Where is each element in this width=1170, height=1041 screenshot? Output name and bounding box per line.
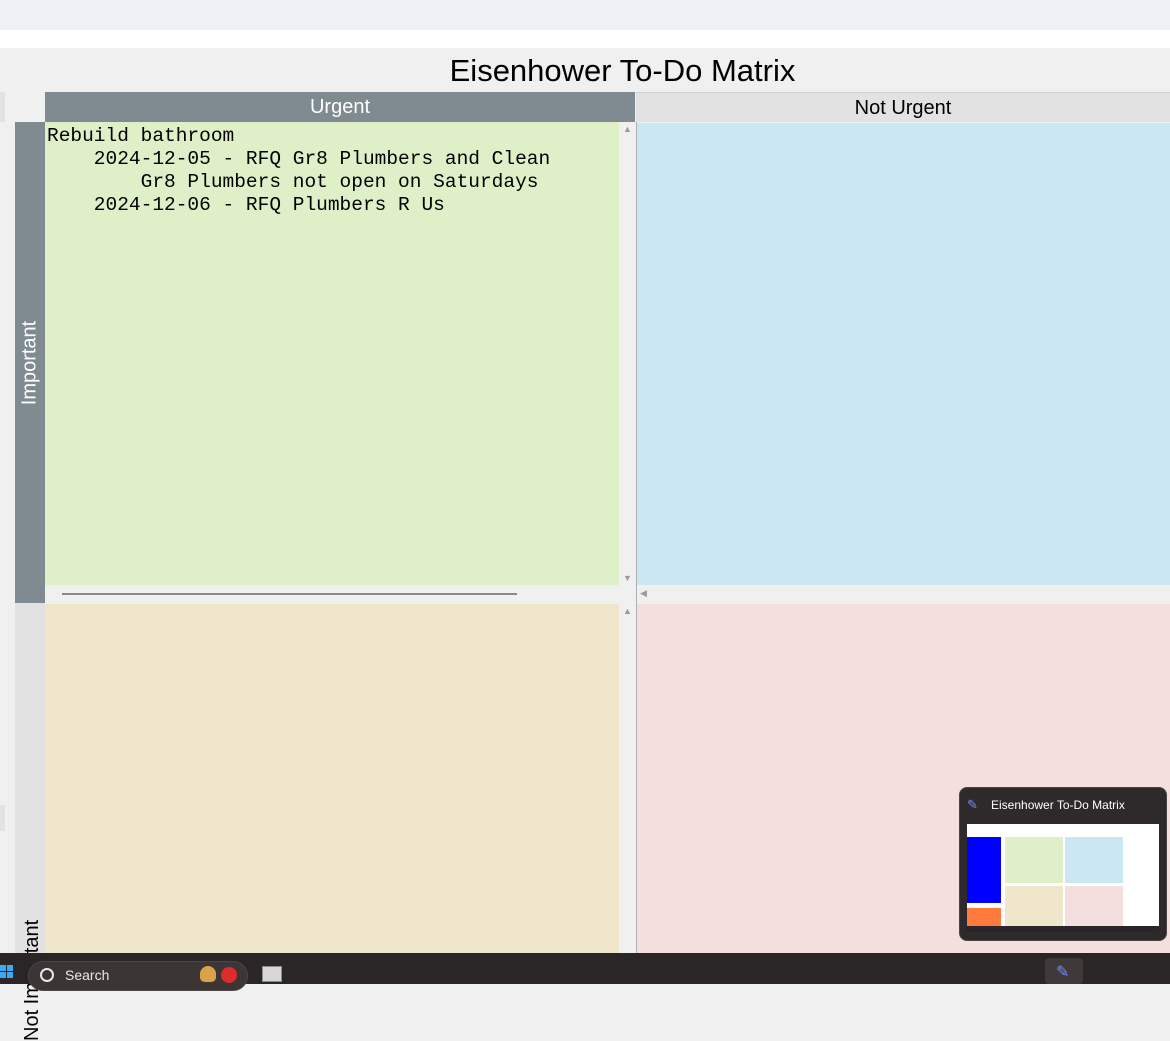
feather-icon: ✎ (1056, 964, 1070, 981)
quadrant-urgent-important[interactable]: Rebuild bathroom 2024-12-05 - RFQ Gr8 Pl… (45, 122, 619, 585)
scroll-down-icon[interactable]: ▼ (623, 573, 632, 583)
scrollbar-thumb[interactable] (62, 593, 517, 595)
preview-title: Eisenhower To-Do Matrix (991, 798, 1125, 812)
column-header-not-urgent[interactable]: Not Urgent (636, 92, 1170, 122)
row-label-important: Important (18, 320, 41, 405)
window-title-area (0, 30, 1170, 48)
quadrant-urgent-not-important[interactable] (45, 604, 619, 953)
vertical-scrollbar-top[interactable]: ▲ ▼ (619, 122, 636, 585)
row-header-important[interactable]: Important (15, 122, 45, 603)
gingerbread-icon (200, 966, 216, 982)
horizontal-scrollbar-right[interactable]: ◀ (636, 585, 1170, 603)
scroll-left-icon[interactable]: ◀ (640, 588, 647, 599)
quadrant-urgent-important-text[interactable]: Rebuild bathroom 2024-12-05 - RFQ Gr8 Pl… (45, 122, 619, 217)
preview-thumbnail[interactable] (967, 824, 1159, 932)
record-icon (221, 967, 237, 983)
vertical-scrollbar-bottom[interactable]: ▲ (619, 604, 636, 953)
column-divider (636, 122, 637, 953)
taskbar-search-placeholder: Search (65, 967, 110, 983)
page-title: Eisenhower To-Do Matrix (449, 53, 796, 88)
quadrant-not-urgent-important[interactable] (637, 123, 1170, 585)
row-header-not-important[interactable]: Not Important (15, 603, 45, 1041)
app-taskbar-button[interactable]: ✎ (1045, 958, 1083, 984)
windows-start-icon[interactable] (0, 965, 14, 979)
feather-icon: ✎ (967, 797, 978, 812)
horizontal-scrollbar[interactable] (45, 585, 619, 603)
scroll-up-icon[interactable]: ▲ (623, 124, 632, 134)
column-header-urgent[interactable]: Urgent (45, 92, 635, 122)
search-icon (40, 968, 54, 982)
scroll-up-icon[interactable]: ▲ (623, 606, 632, 616)
task-view-icon[interactable] (262, 966, 282, 982)
left-edge-panel (0, 92, 5, 122)
window-top-strip (0, 0, 1170, 30)
left-edge-panel-lower (0, 805, 5, 831)
